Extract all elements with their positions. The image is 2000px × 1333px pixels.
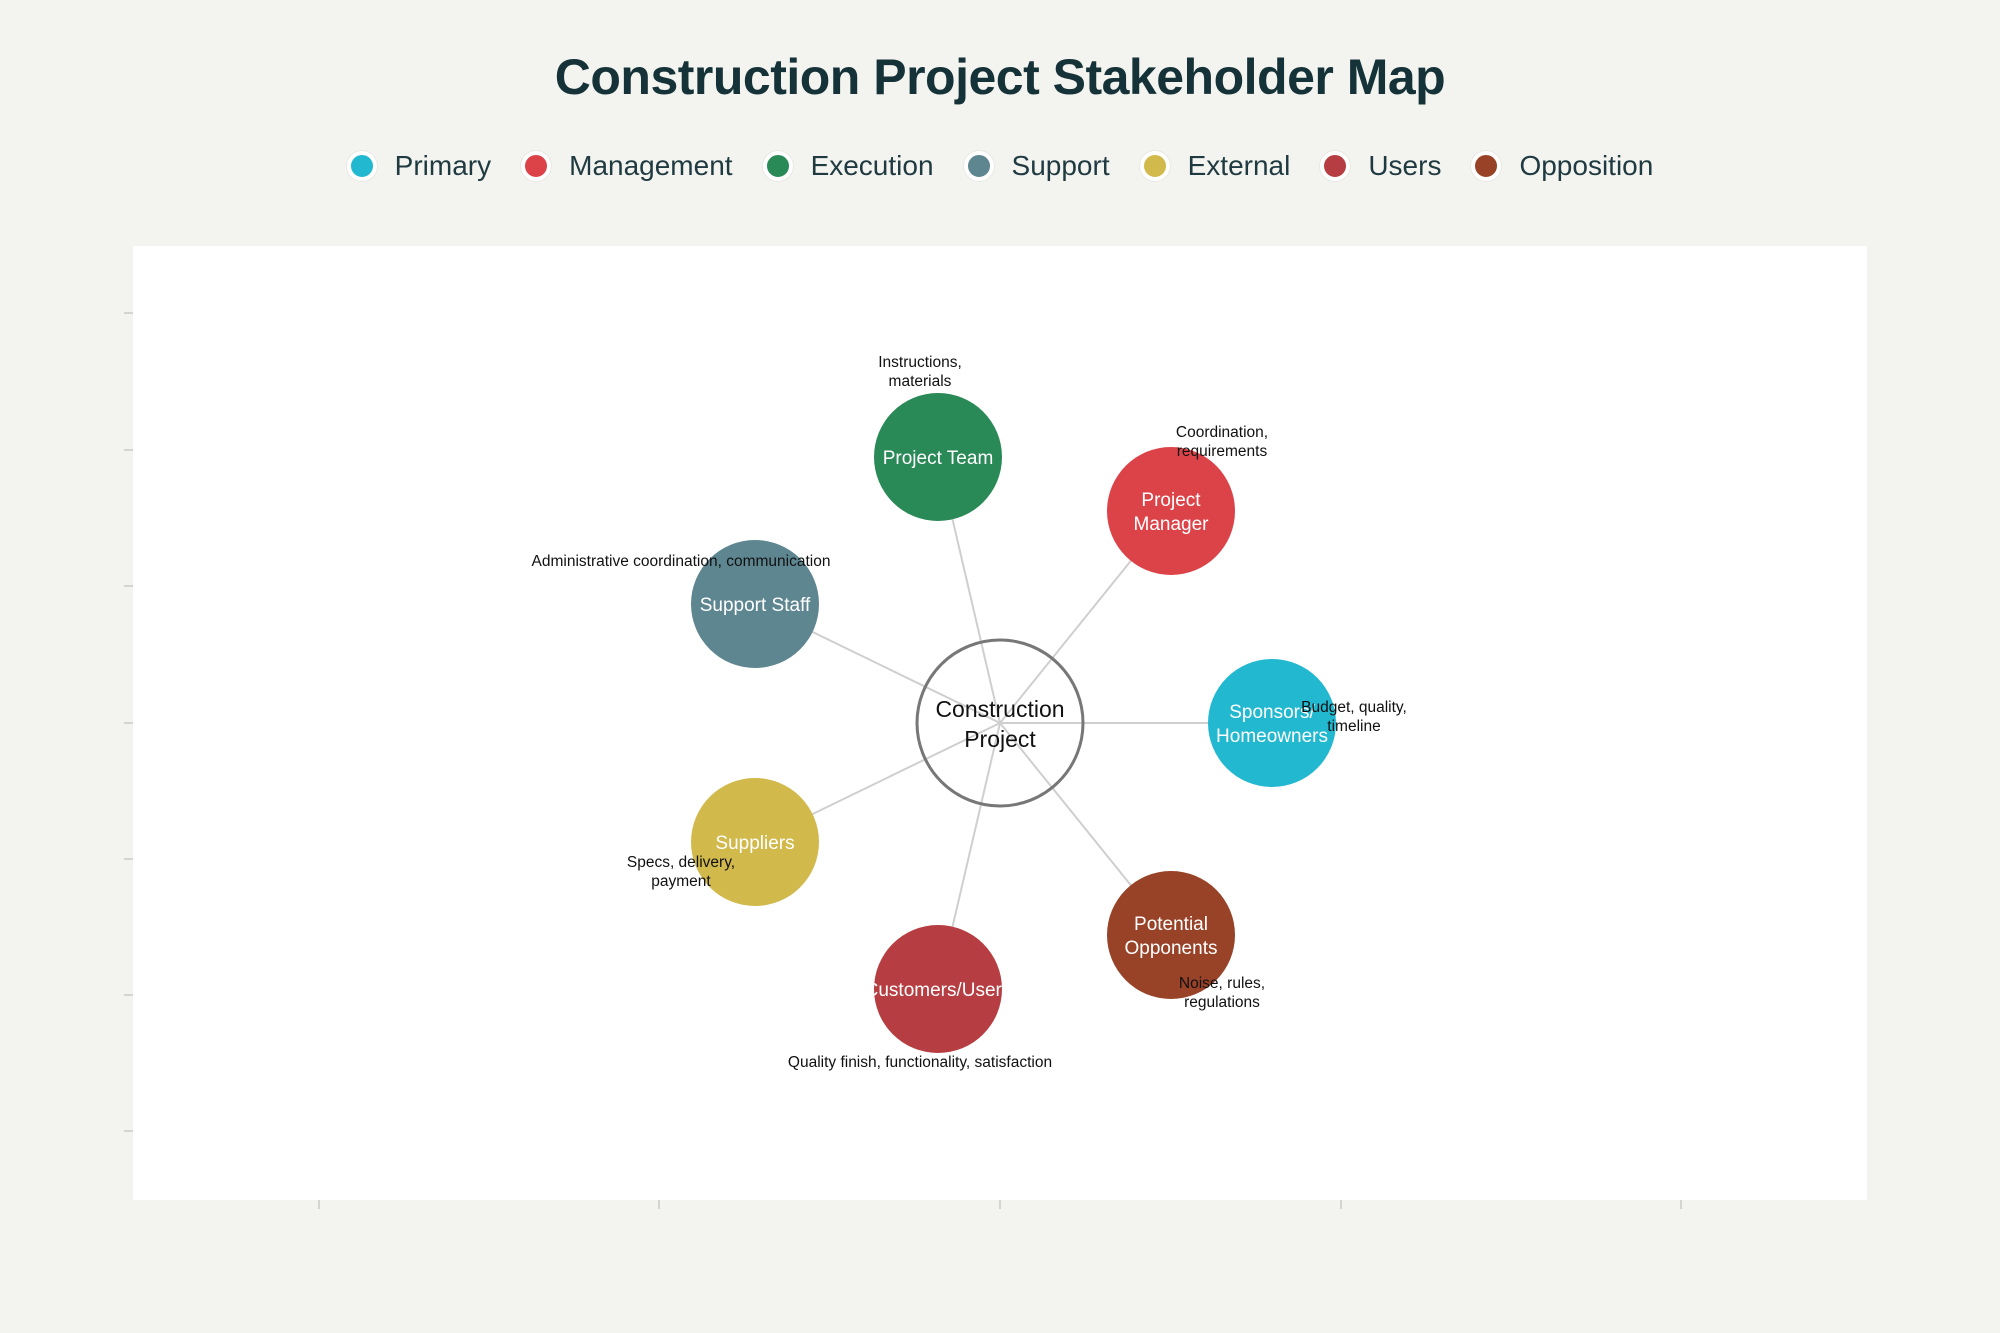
stakeholder-note-suppliers-line-0: Specs, delivery, bbox=[627, 854, 735, 871]
stakeholder-note-project-manager-line-1: requirements bbox=[1177, 443, 1268, 460]
stakeholder-note-potential-opponents-line-0: Noise, rules, bbox=[1179, 975, 1265, 992]
stakeholder-note-potential-opponents-line-1: regulations bbox=[1184, 994, 1260, 1011]
stakeholder-label-project-manager-line-1: Manager bbox=[1134, 514, 1210, 535]
stakeholder-note-project-team-line-0: Instructions, bbox=[878, 354, 962, 371]
stakeholder-label-support-staff-line-0: Support Staff bbox=[700, 595, 811, 616]
stakeholder-label-project-team-line-0: Project Team bbox=[883, 448, 994, 469]
stakeholder-label-suppliers-line-0: Suppliers bbox=[715, 833, 794, 854]
stakeholder-note-sponsors-homeowners-line-1: timeline bbox=[1327, 718, 1380, 735]
stakeholder-label-potential-opponents-line-1: Opponents bbox=[1125, 938, 1218, 959]
stakeholder-note-customers-users-line-0: Quality finish, functionality, satisfact… bbox=[788, 1054, 1052, 1071]
stakeholder-note-support-staff-line-0: Administrative coordination, communicati… bbox=[532, 553, 831, 570]
stakeholder-note-project-team-line-1: materials bbox=[889, 373, 952, 390]
stakeholder-circle-project-manager bbox=[1107, 447, 1235, 575]
stakeholder-node-project-manager[interactable]: Project Manager bbox=[1107, 447, 1235, 575]
center-label-line-1: Project bbox=[964, 726, 1036, 752]
stakeholder-label-project-manager-line-0: Project bbox=[1141, 490, 1201, 511]
stakeholder-node-customers-users[interactable]: Customers/Users bbox=[865, 925, 1012, 1053]
stakeholder-node-sponsors-homeowners[interactable]: Sponsors/Homeowners bbox=[1208, 659, 1336, 787]
stakeholder-note-project-manager-line-0: Coordination, bbox=[1176, 424, 1268, 441]
stakeholder-label-sponsors-homeowners-line-1: Homeowners bbox=[1216, 726, 1328, 747]
center-label-line-0: Construction bbox=[935, 696, 1064, 722]
stakeholder-node-project-team[interactable]: Project Team bbox=[874, 393, 1002, 521]
stakeholder-label-potential-opponents-line-0: Potential bbox=[1134, 914, 1208, 935]
stakeholder-note-sponsors-homeowners-line-0: Budget, quality, bbox=[1301, 699, 1407, 716]
stakeholder-note-suppliers-line-1: payment bbox=[651, 873, 711, 890]
stakeholder-circle-sponsors-homeowners bbox=[1208, 659, 1336, 787]
stakeholder-diagram: Construction Project Project Team Project Ma… bbox=[124, 312, 1682, 1209]
stakeholder-label-customers-users-line-0: Customers/Users bbox=[865, 980, 1012, 1001]
